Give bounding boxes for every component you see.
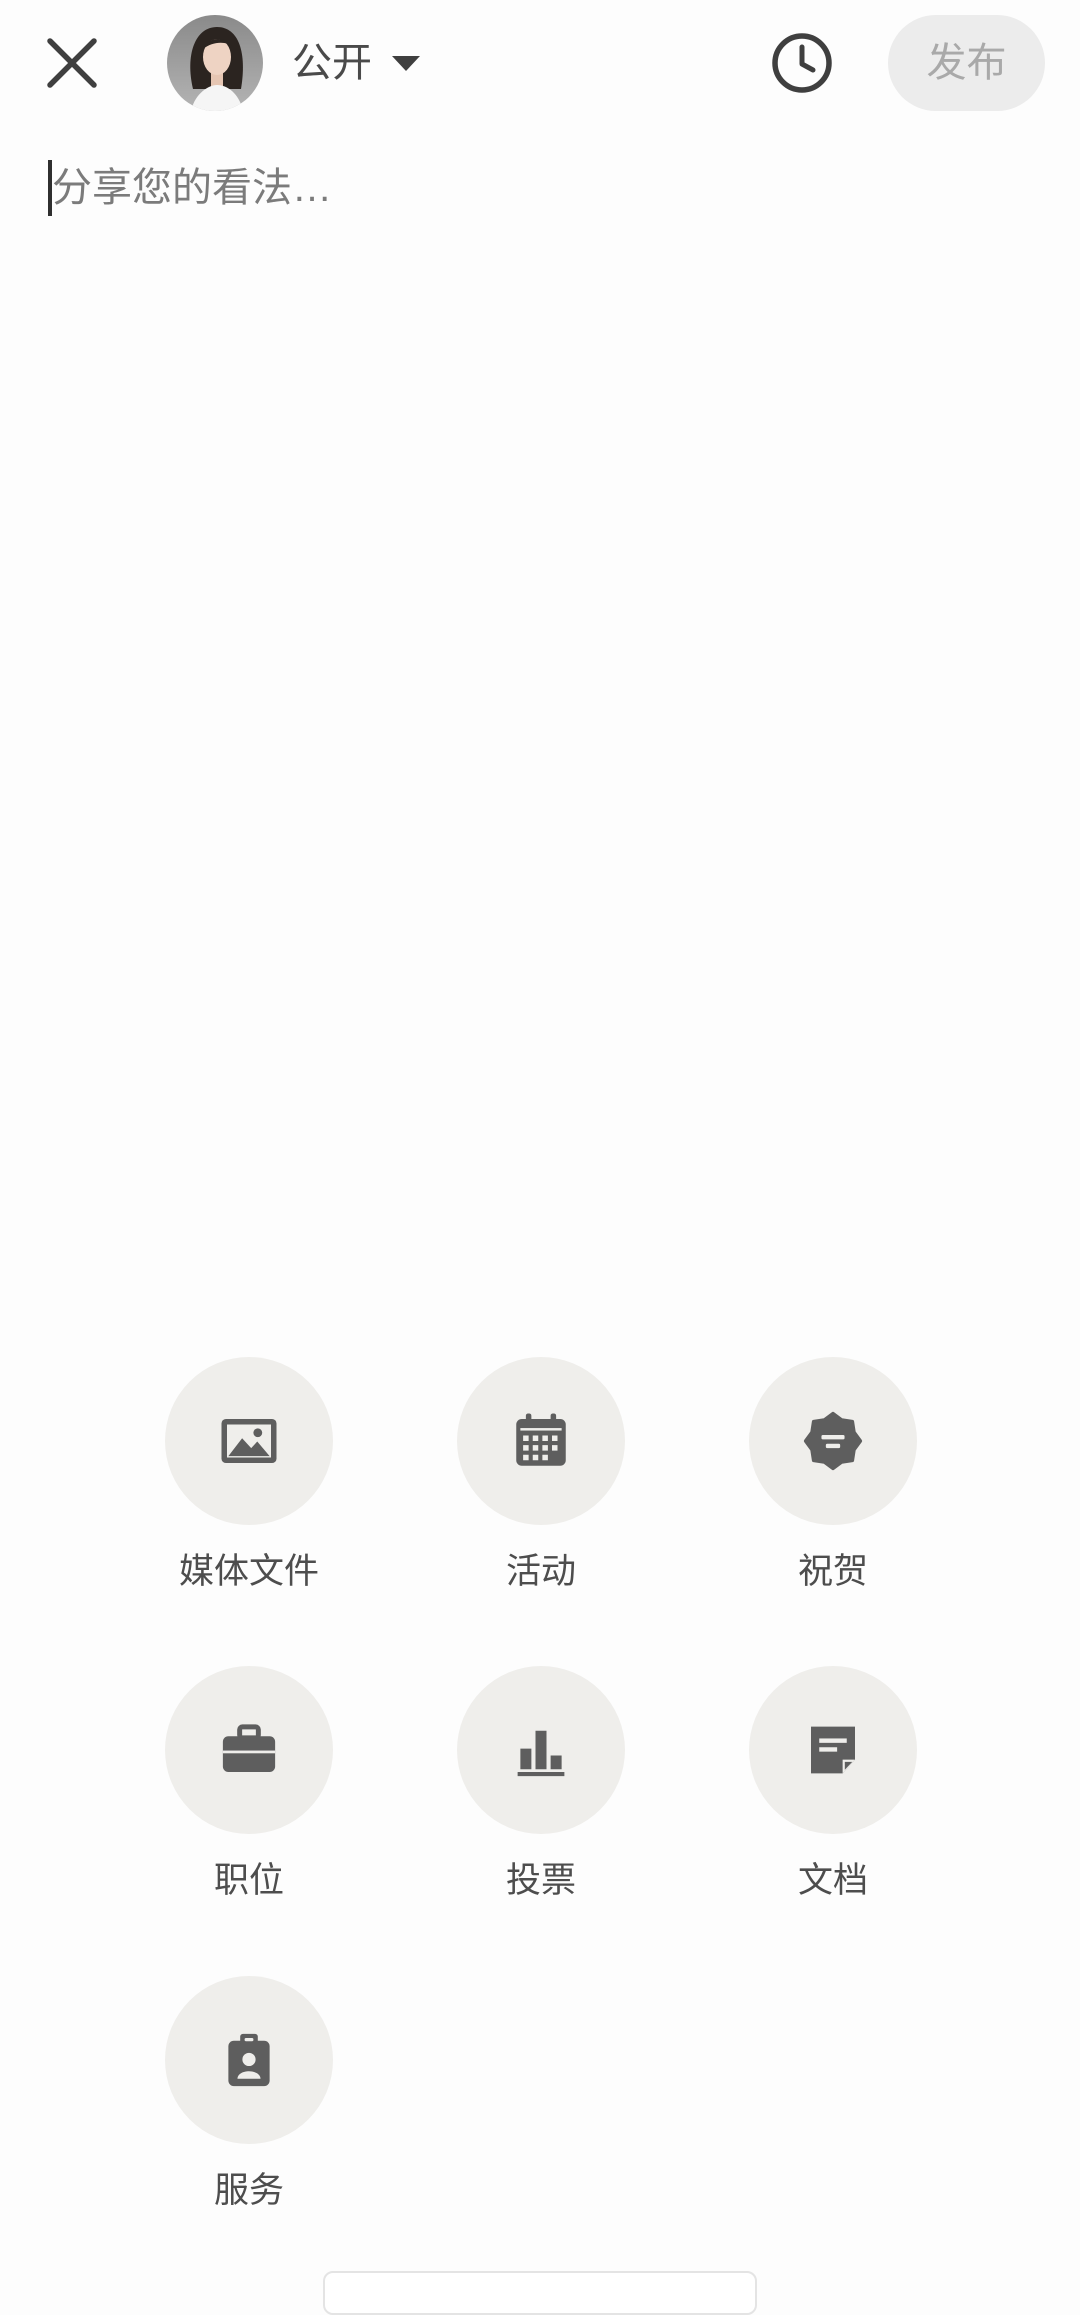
caret-down-icon (392, 55, 420, 71)
action-service-label: 服务 (213, 2171, 284, 2210)
visibility-dropdown[interactable]: 公开 (286, 33, 420, 93)
document-icon (811, 1726, 855, 1774)
schedule-button[interactable] (764, 25, 840, 101)
clock-icon (772, 33, 832, 93)
avatar (167, 15, 263, 111)
action-job-label: 职位 (213, 1861, 284, 1900)
action-job-circle (165, 1666, 333, 1834)
action-poll-label: 投票 (505, 1861, 576, 1900)
action-celebrate-label: 祝贺 (797, 1552, 868, 1591)
action-media-label: 媒体文件 (178, 1552, 319, 1591)
action-document-circle (749, 1666, 917, 1834)
action-document-label: 文档 (797, 1861, 868, 1900)
calendar-icon (516, 1413, 566, 1466)
action-poll-circle (457, 1666, 625, 1834)
bottom-bar (323, 2271, 757, 2315)
post-text-input[interactable] (52, 160, 1032, 1280)
close-button[interactable] (38, 29, 106, 97)
image-icon (221, 1419, 277, 1463)
action-media[interactable]: 媒体文件 (129, 1357, 369, 1592)
action-media-circle (165, 1357, 333, 1525)
visibility-label: 公开 (292, 41, 372, 85)
id-badge-icon (228, 2033, 270, 2087)
action-document[interactable]: 文档 (713, 1666, 953, 1901)
action-event-circle (457, 1357, 625, 1525)
action-celebrate[interactable]: 祝贺 (713, 1357, 953, 1592)
action-job[interactable]: 职位 (129, 1666, 369, 1901)
action-service-circle (165, 1976, 333, 2144)
celebrate-badge-icon (803, 1411, 863, 1471)
action-celebrate-circle (749, 1357, 917, 1525)
action-service[interactable]: 服务 (129, 1976, 369, 2211)
action-event[interactable]: 活动 (421, 1357, 661, 1592)
close-icon (47, 38, 97, 88)
bar-chart-icon (517, 1730, 565, 1777)
action-poll[interactable]: 投票 (421, 1666, 661, 1901)
action-event-label: 活动 (505, 1552, 576, 1591)
briefcase-icon (222, 1724, 276, 1772)
publish-button[interactable]: 发布 (888, 15, 1045, 111)
